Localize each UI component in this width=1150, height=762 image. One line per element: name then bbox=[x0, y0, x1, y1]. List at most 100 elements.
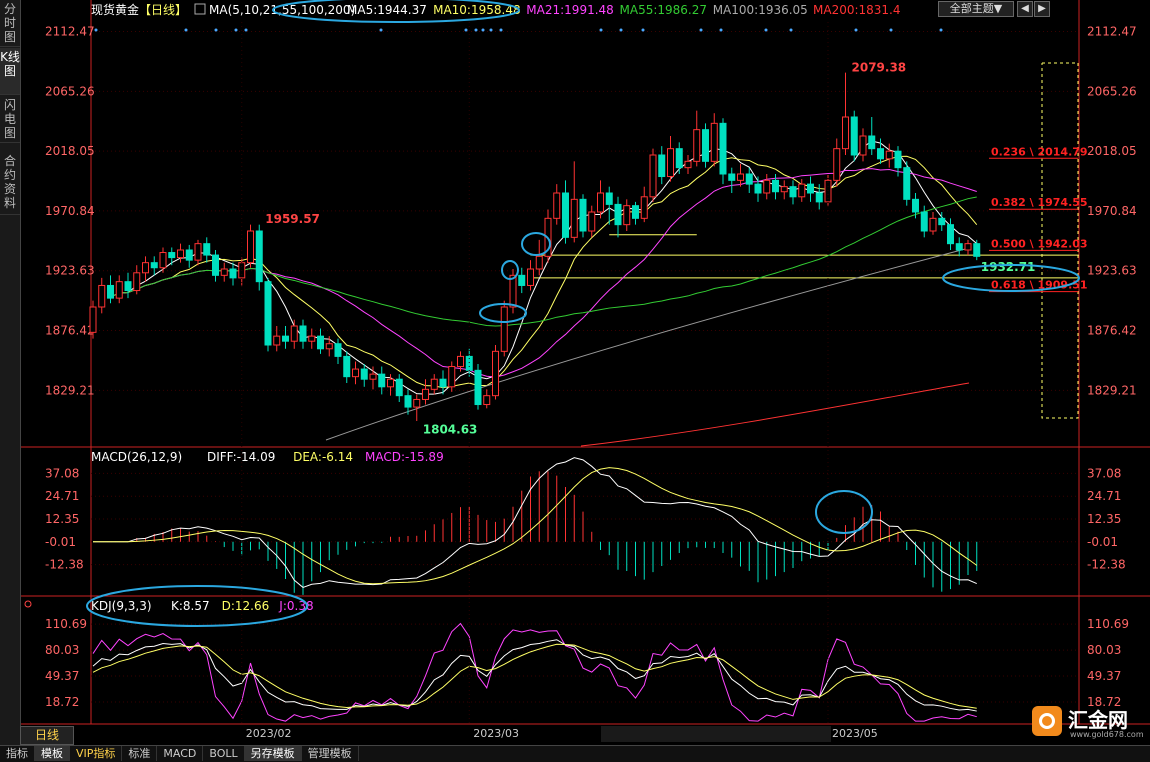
kdj-tick-left-1: 80.03 bbox=[45, 643, 79, 657]
candle-body-46 bbox=[492, 350, 499, 397]
candle-body-97 bbox=[938, 217, 946, 226]
extreme-label-3: 1932.71 bbox=[981, 260, 1036, 274]
ma-values-item-4: MA100:1936.05 bbox=[713, 3, 808, 17]
candle-body-11 bbox=[185, 249, 193, 261]
candle-body-0 bbox=[89, 306, 97, 333]
candle-body-59 bbox=[605, 192, 613, 205]
candle-body-70 bbox=[702, 129, 709, 162]
candle-body-24 bbox=[299, 325, 307, 342]
bottom-tab-vip-indicator[interactable]: VIP指标 bbox=[70, 746, 123, 761]
candle-body-96 bbox=[929, 217, 937, 232]
signal-dot-11 bbox=[599, 28, 603, 32]
candle-body-55 bbox=[570, 198, 578, 238]
candle-body-62 bbox=[632, 205, 639, 219]
extreme-label-0: 1959.57 bbox=[265, 212, 320, 226]
tab-flash[interactable]: 闪电图 bbox=[0, 96, 20, 143]
candle-body-2 bbox=[107, 284, 114, 299]
candle-body-71 bbox=[710, 122, 718, 162]
tab-timeshare[interactable]: 分时图 bbox=[0, 0, 20, 47]
candle-body-75 bbox=[745, 173, 753, 185]
signal-dot-17 bbox=[789, 28, 793, 32]
candle-body-1 bbox=[98, 284, 106, 308]
price-tick-left-2: 2018.05 bbox=[45, 144, 95, 158]
macd-values-item-2: MACD:-15.89 bbox=[365, 450, 444, 464]
chart-canvas[interactable]: 现货黄金 【日线】 MA(5,10,21,55,100,200) MA5:194… bbox=[21, 0, 1150, 745]
macd-tick-right-1: 24.71 bbox=[1087, 489, 1121, 503]
tab-contract-info[interactable]: 合约资料 bbox=[0, 152, 20, 215]
price-tick-left-3: 1970.84 bbox=[45, 204, 95, 218]
time-tick-2: 2023/05 bbox=[832, 727, 878, 740]
price-tick-left-6: 1829.21 bbox=[45, 383, 95, 397]
candle-body-18 bbox=[247, 230, 254, 264]
candle-body-42 bbox=[457, 355, 464, 368]
theme-dropdown-button[interactable]: 全部主题▼ bbox=[938, 1, 1014, 17]
kdj-tick-left-3: 18.72 bbox=[45, 695, 79, 709]
candle-body-39 bbox=[430, 378, 438, 390]
kdj-tick-right-1: 80.03 bbox=[1087, 643, 1121, 657]
left-sidebar: 分时图 K线图 闪电图 合约资料 bbox=[0, 0, 21, 745]
candle-body-20 bbox=[264, 281, 272, 346]
signal-dot-4 bbox=[244, 28, 248, 32]
ma-values-item-3: MA55:1986.27 bbox=[620, 3, 708, 17]
bottom-tab-save-template[interactable]: 另存模板 bbox=[244, 746, 302, 761]
candle-body-88 bbox=[859, 135, 867, 156]
price-tick-left-0: 2112.47 bbox=[45, 25, 95, 39]
bottom-tab-standard[interactable]: 标准 bbox=[122, 746, 158, 761]
macd-tick-left-3: -0.01 bbox=[45, 535, 76, 549]
macd-tick-right-3: -0.01 bbox=[1087, 535, 1118, 549]
macd-label: MACD(26,12,9) bbox=[91, 450, 182, 464]
bottom-tab-manage-template[interactable]: 管理模板 bbox=[302, 746, 359, 761]
candle-body-6 bbox=[142, 262, 149, 274]
prev-button[interactable]: ◀ bbox=[1017, 1, 1033, 17]
tab-contract-info-label: 合约资料 bbox=[3, 154, 16, 210]
bottom-tab-indicator[interactable]: 指标 bbox=[0, 746, 35, 761]
candle-body-64 bbox=[649, 154, 657, 198]
macd-tick-right-4: -12.38 bbox=[1087, 558, 1126, 572]
candle-body-14 bbox=[212, 254, 219, 276]
time-tick-1: 2023/03 bbox=[473, 727, 519, 740]
bottom-tab-macd[interactable]: MACD bbox=[157, 746, 204, 761]
instrument-name: 现货黄金 bbox=[91, 2, 139, 17]
kdj-label: KDJ(9,3,3) bbox=[91, 599, 152, 613]
period-tab-daily[interactable]: 日线 bbox=[20, 726, 74, 745]
next-button[interactable]: ▶ bbox=[1034, 1, 1050, 17]
candle-body-51 bbox=[535, 255, 543, 270]
logo-icon bbox=[1032, 706, 1062, 736]
candle-body-48 bbox=[509, 274, 517, 308]
time-scrollbar[interactable] bbox=[601, 726, 831, 742]
bottom-tab-boll[interactable]: BOLL bbox=[203, 746, 245, 761]
tab-kline-label: K线图 bbox=[0, 50, 20, 78]
candle-body-69 bbox=[693, 129, 701, 162]
candle-body-40 bbox=[439, 378, 447, 388]
macd-tick-left-1: 24.71 bbox=[45, 489, 79, 503]
candle-body-23 bbox=[290, 325, 298, 342]
price-tick-left-1: 2065.26 bbox=[45, 84, 95, 98]
signal-dot-16 bbox=[764, 28, 768, 32]
signal-dot-18 bbox=[854, 28, 858, 32]
candle-body-77 bbox=[763, 179, 771, 194]
candle-body-94 bbox=[912, 198, 919, 213]
signal-dot-5 bbox=[379, 28, 383, 32]
candle-body-66 bbox=[667, 148, 674, 178]
candle-body-95 bbox=[920, 211, 928, 232]
candle-body-19 bbox=[255, 230, 263, 283]
candle-body-31 bbox=[360, 368, 368, 380]
candle-body-10 bbox=[177, 249, 184, 259]
bottom-tab-template[interactable]: 模板 bbox=[35, 746, 70, 761]
kdj-values-item-0: K:8.57 bbox=[171, 599, 210, 613]
candle-body-56 bbox=[579, 198, 587, 232]
tab-kline[interactable]: K线图 bbox=[0, 48, 20, 95]
logo-url: www.gold678.com bbox=[1070, 730, 1144, 739]
candle-body-100 bbox=[964, 243, 972, 251]
kdj-tick-right-0: 110.69 bbox=[1087, 617, 1129, 631]
candle-body-9 bbox=[168, 252, 176, 259]
candle-body-73 bbox=[728, 173, 736, 181]
candle-body-12 bbox=[194, 243, 202, 261]
price-tick-right-6: 1829.21 bbox=[1087, 383, 1137, 397]
period-label: 【日线】 bbox=[139, 3, 187, 17]
macd-tick-left-0: 37.08 bbox=[45, 466, 79, 480]
logo-text: 汇金网 bbox=[1068, 708, 1128, 732]
candle-body-80 bbox=[789, 186, 797, 198]
ma-values-item-2: MA21:1991.48 bbox=[526, 3, 614, 17]
price-tick-right-5: 1876.42 bbox=[1087, 324, 1137, 338]
